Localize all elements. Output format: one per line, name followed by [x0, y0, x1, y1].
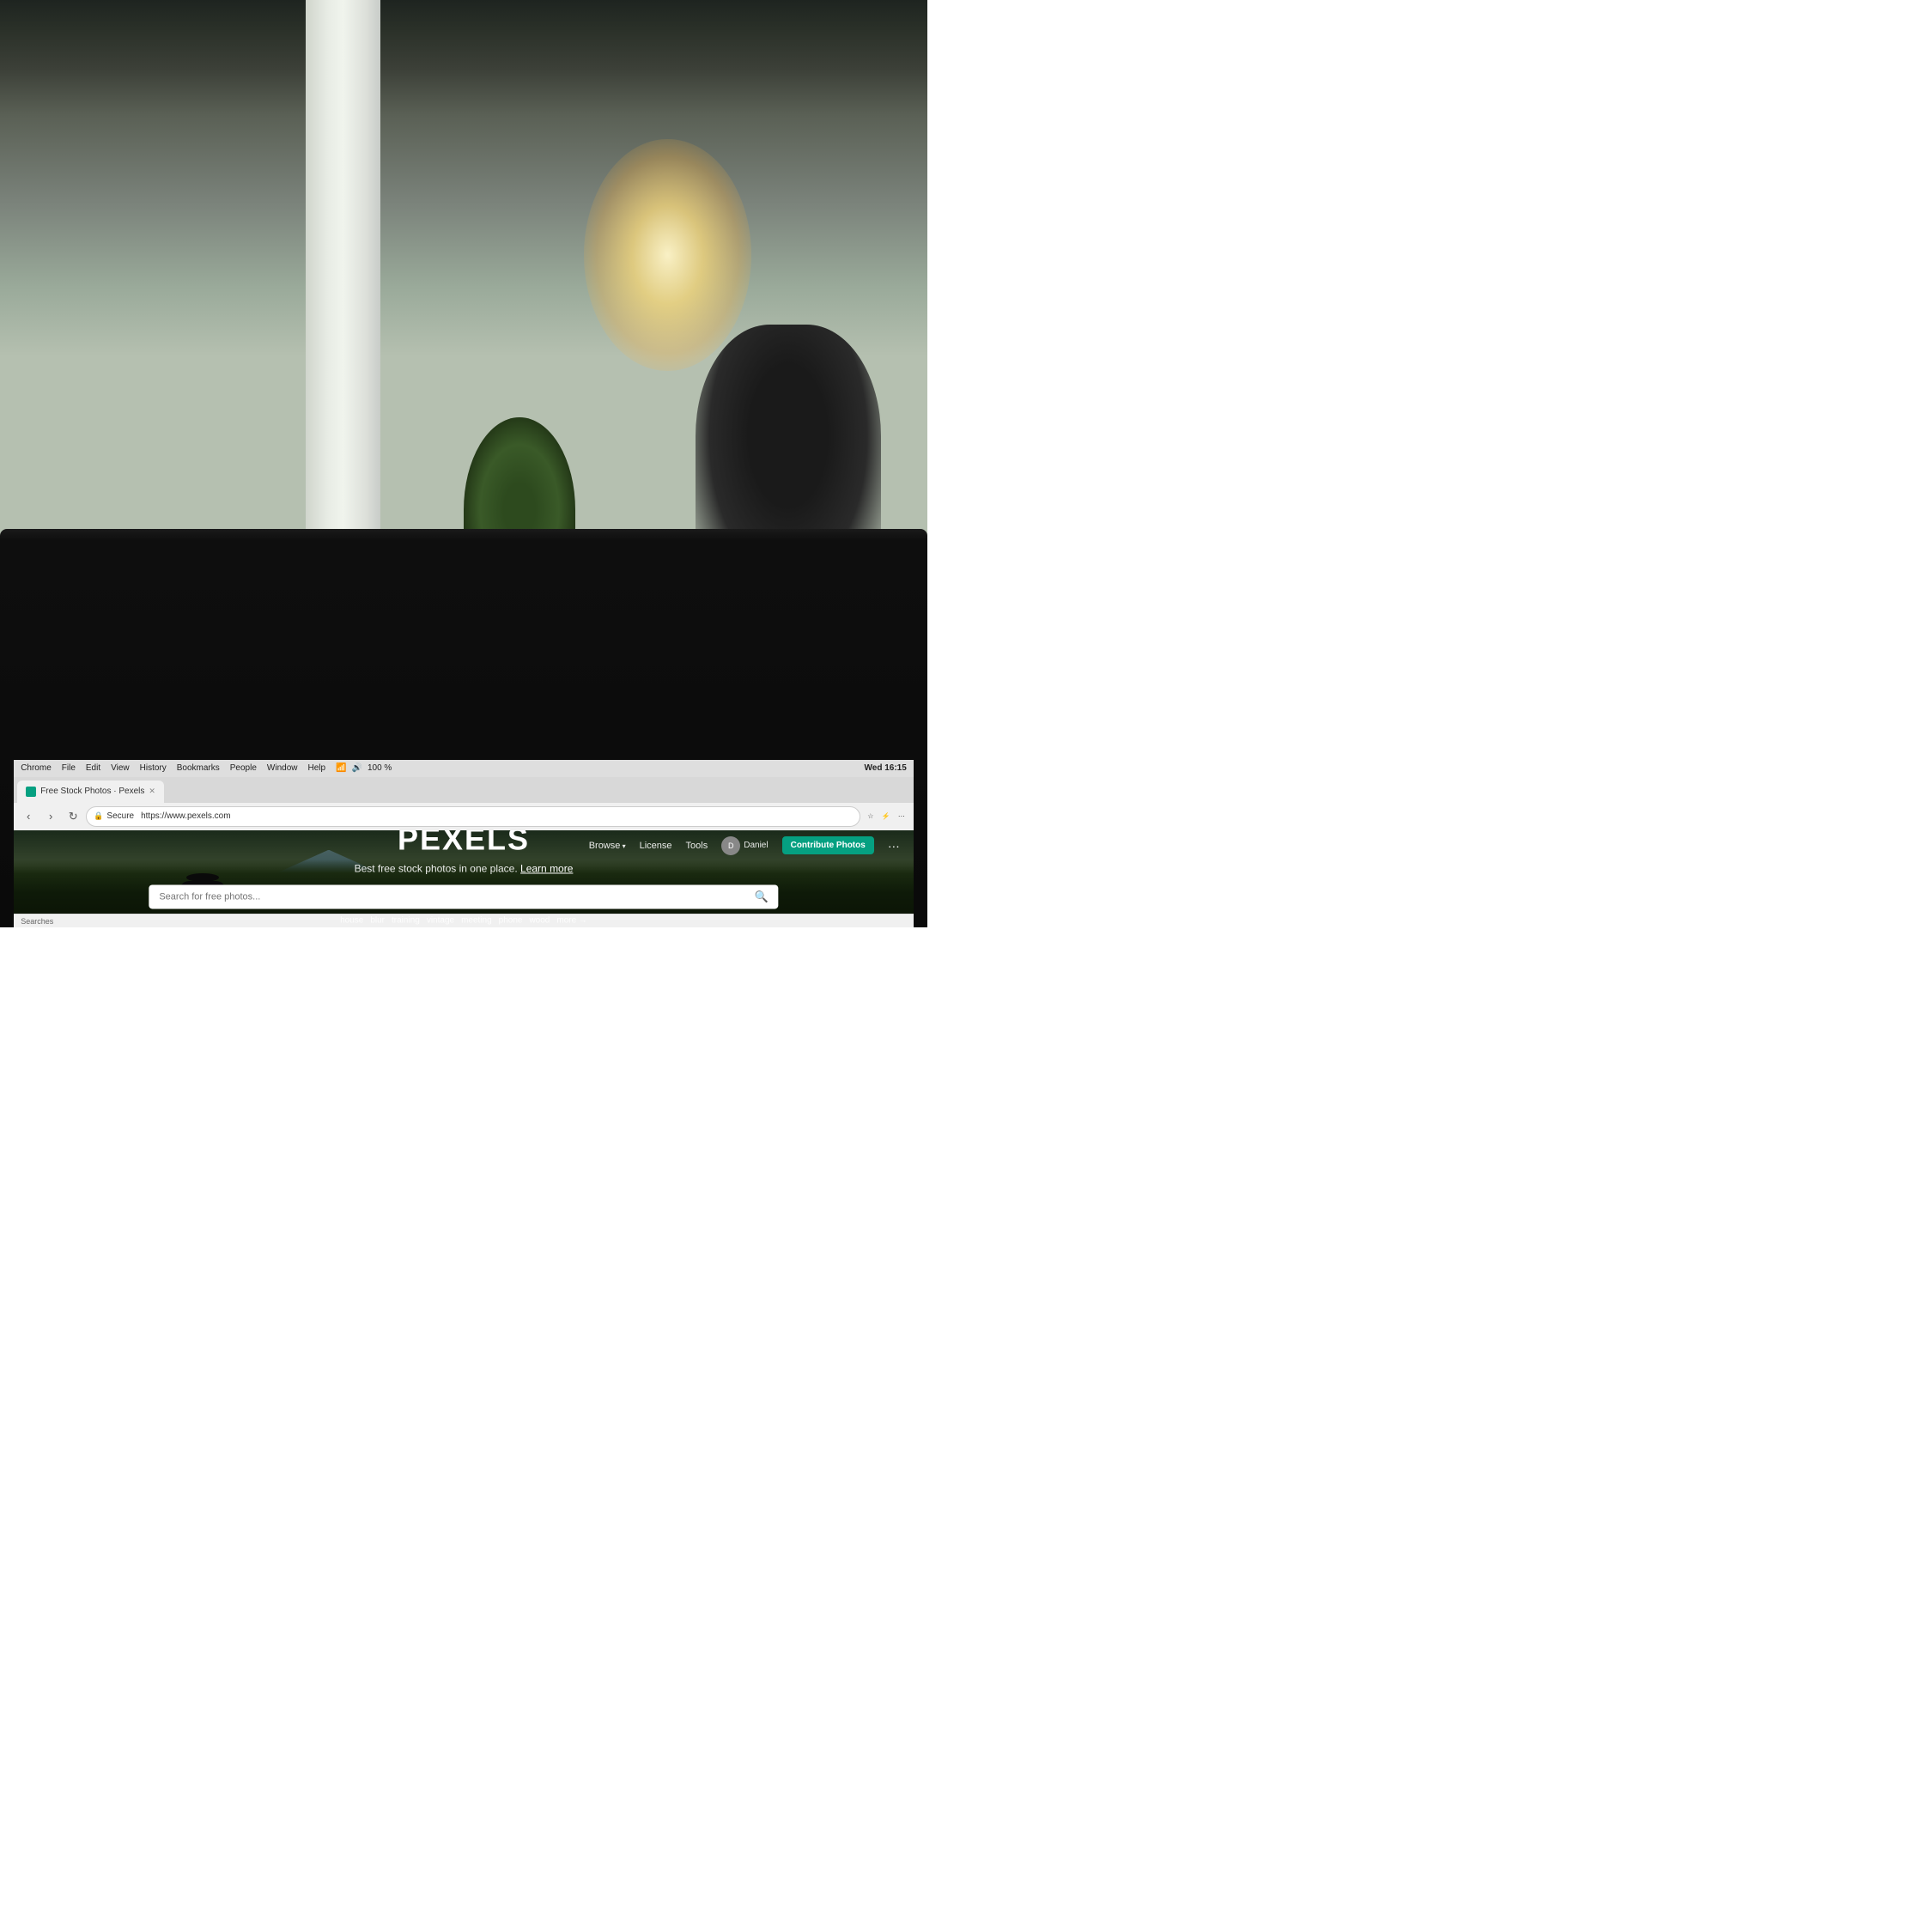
- browser-tab[interactable]: Free Stock Photos · Pexels ✕: [17, 781, 164, 803]
- learn-more-link[interactable]: Learn more: [520, 863, 573, 875]
- status-searches-label: Searches: [21, 917, 53, 926]
- screen-frame: Chrome File Edit View History Bookmarks …: [0, 529, 927, 927]
- edit-menu-item[interactable]: Edit: [86, 763, 100, 773]
- more-suggestions[interactable]: more →: [556, 916, 587, 926]
- suggestion-house[interactable]: house: [340, 916, 363, 926]
- chrome-menu-item[interactable]: Chrome: [21, 763, 52, 773]
- bg-window-bright: [584, 139, 750, 371]
- suggestion-vintage[interactable]: vintage: [427, 916, 454, 926]
- battery-icon: 100 %: [368, 763, 392, 773]
- address-text: Secure: [106, 811, 134, 821]
- pexels-logo: PEXELS: [149, 830, 778, 858]
- search-input[interactable]: [159, 892, 754, 902]
- reload-button[interactable]: ↻: [64, 807, 82, 826]
- search-suggestions: house blur training vintage meeting phon…: [149, 916, 778, 926]
- system-menu-bar: Chrome File Edit View History Bookmarks …: [14, 760, 914, 777]
- tab-close-button[interactable]: ✕: [149, 787, 155, 796]
- bg-pillar: [306, 0, 380, 575]
- suggestion-blur[interactable]: blur: [370, 916, 385, 926]
- back-button[interactable]: ‹: [19, 807, 38, 826]
- search-bar[interactable]: 🔍: [149, 885, 778, 909]
- screen-display: Chrome File Edit View History Bookmarks …: [14, 760, 914, 927]
- suggestion-wood[interactable]: wood: [529, 916, 550, 926]
- search-icon[interactable]: 🔍: [754, 890, 768, 904]
- view-menu-item[interactable]: View: [111, 763, 130, 773]
- secure-icon: 🔒: [94, 811, 103, 821]
- extensions-icon[interactable]: ⚡: [879, 810, 893, 823]
- address-url: https://www.pexels.com: [141, 811, 230, 821]
- volume-icon: 🔊: [352, 763, 362, 773]
- suggestion-phone[interactable]: phone: [499, 916, 523, 926]
- toolbar-right: ☆ ⚡ ⋯: [864, 810, 908, 823]
- wifi-icon: 📶: [336, 763, 346, 773]
- website-content: Browse License Tools D Daniel Contribute…: [14, 830, 914, 927]
- bookmarks-menu-item[interactable]: Bookmarks: [177, 763, 220, 773]
- contribute-photos-button[interactable]: Contribute Photos: [782, 836, 874, 854]
- settings-icon[interactable]: ⋯: [895, 810, 908, 823]
- bookmark-star-icon[interactable]: ☆: [864, 810, 878, 823]
- system-icons: 📶 🔊 100 %: [336, 763, 392, 773]
- pexels-hero-content: PEXELS Best free stock photos in one pla…: [149, 830, 778, 926]
- more-options-button[interactable]: ···: [888, 839, 900, 853]
- tab-title: Free Stock Photos · Pexels: [40, 787, 144, 796]
- browser-window: Chrome File Edit View History Bookmarks …: [14, 760, 914, 927]
- chrome-tabbar: Free Stock Photos · Pexels ✕: [14, 777, 914, 803]
- chrome-nav-row: ‹ › ↻ 🔒 Secure https://www.pexels.com ☆ …: [14, 803, 914, 830]
- system-time: Wed 16:15: [865, 763, 907, 773]
- address-bar[interactable]: 🔒 Secure https://www.pexels.com: [86, 806, 860, 827]
- forward-button[interactable]: ›: [41, 807, 60, 826]
- suggestion-meeting[interactable]: meeting: [461, 916, 492, 926]
- people-menu-item[interactable]: People: [230, 763, 257, 773]
- tab-favicon: [26, 787, 36, 797]
- help-menu-item[interactable]: Help: [307, 763, 325, 773]
- file-menu-item[interactable]: File: [62, 763, 76, 773]
- window-menu-item[interactable]: Window: [267, 763, 298, 773]
- suggestion-training[interactable]: training: [392, 916, 420, 926]
- history-menu-item[interactable]: History: [140, 763, 167, 773]
- pexels-tagline: Best free stock photos in one place. Lea…: [149, 863, 778, 875]
